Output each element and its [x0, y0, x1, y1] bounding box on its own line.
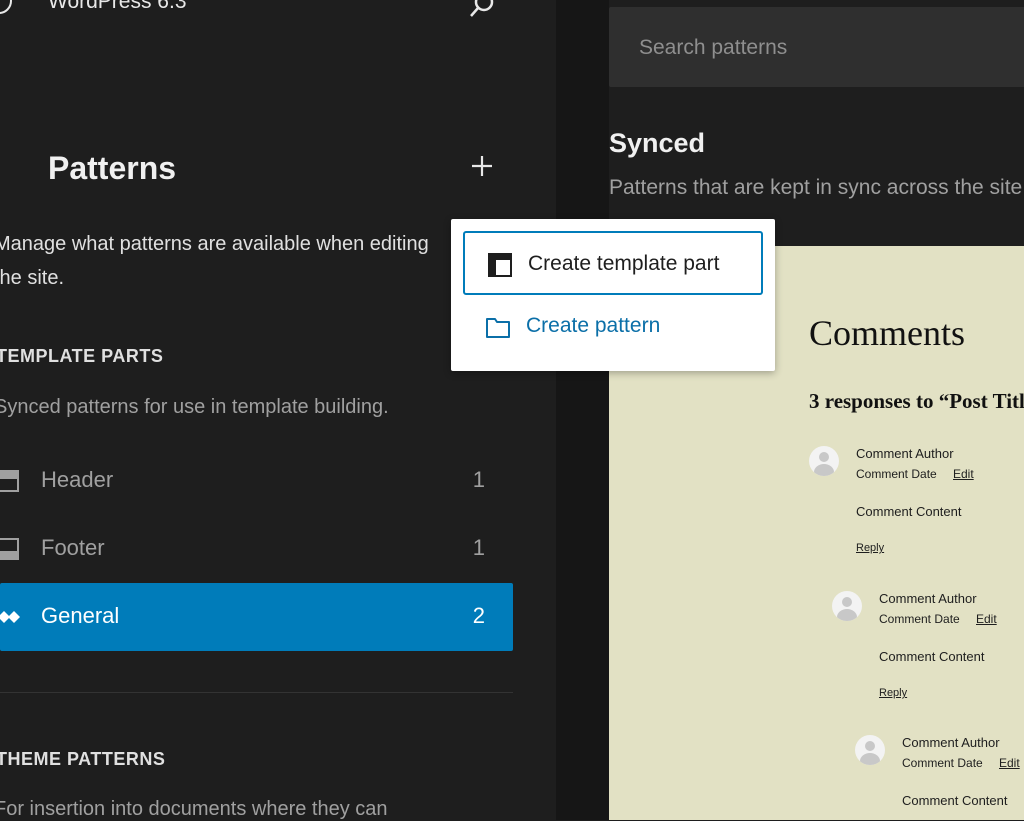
menu-item-label: Create pattern	[526, 314, 661, 337]
comment-content: Comment Content	[856, 504, 962, 519]
comment-author: Comment Author	[856, 446, 954, 461]
sidebar-item-count: 1	[472, 467, 485, 492]
comment-edit-link: Edit	[953, 467, 974, 481]
comment-reply-link: Reply	[856, 542, 885, 554]
comment-content: Comment Content	[902, 793, 1008, 808]
search-input[interactable]	[637, 31, 1021, 65]
footer-icon	[0, 537, 20, 561]
sidebar-item-label: Footer	[41, 535, 105, 560]
sidebar: WordPress 6.3 Patterns Manage what patte…	[0, 0, 556, 820]
menu-item-label: Create template part	[528, 252, 720, 275]
plus-icon	[472, 156, 492, 176]
comment-date: Comment Date	[856, 467, 937, 481]
wordpress-logo-icon[interactable]	[0, 0, 12, 14]
comment-content: Comment Content	[879, 649, 985, 664]
panel-gutter	[556, 0, 609, 820]
sidebar-item-count: 1	[472, 535, 485, 560]
comment-author: Comment Author	[879, 591, 977, 606]
folder-icon	[485, 314, 511, 340]
comment-edit-link: Edit	[999, 756, 1020, 770]
template-parts-heading: TEMPLATE PARTS	[0, 346, 164, 366]
search-box[interactable]	[609, 7, 1024, 87]
add-new-pattern-button[interactable]	[466, 150, 498, 182]
sidebar-item-label: General	[41, 603, 120, 628]
comment-author: Comment Author	[902, 735, 1000, 750]
sidebar-item-count: 2	[472, 603, 485, 628]
theme-patterns-heading: THEME PATTERNS	[0, 749, 166, 769]
template-parts-subtitle: Synced patterns for use in template buil…	[0, 396, 389, 418]
page-title: Patterns	[48, 150, 177, 186]
section-title: Synced	[609, 128, 706, 158]
section-divider	[0, 692, 513, 693]
sidebar-item-label: Header	[41, 467, 114, 492]
sidebar-item-footer[interactable]: Footer 1	[0, 515, 513, 583]
header-icon	[0, 469, 20, 493]
create-pattern-menu-item[interactable]: Create pattern	[463, 295, 763, 359]
main-content: Synced Patterns that are kept in sync ac…	[609, 0, 1024, 820]
avatar	[855, 735, 885, 765]
search-icon[interactable]	[466, 0, 498, 22]
layout-icon	[487, 252, 513, 278]
general-icon	[0, 605, 20, 629]
add-new-dropdown-menu: Create template part Create pattern	[451, 219, 775, 371]
comment-date: Comment Date	[879, 612, 960, 626]
sidebar-item-header[interactable]: Header 1	[0, 447, 513, 515]
sidebar-item-general[interactable]: General 2	[0, 583, 513, 651]
avatar	[832, 591, 862, 621]
create-template-part-menu-item[interactable]: Create template part	[463, 231, 763, 295]
site-title[interactable]: WordPress 6.3	[48, 0, 187, 14]
comment-reply-link: Reply	[879, 687, 908, 699]
comment-date: Comment Date	[902, 756, 983, 770]
sidebar-description: Manage what patterns are available when …	[0, 233, 429, 289]
theme-patterns-subtitle: For insertion into documents where they …	[0, 798, 388, 820]
section-description: Patterns that are kept in sync across th…	[609, 176, 1024, 199]
comment-edit-link: Edit	[976, 612, 997, 626]
preview-heading: Comments	[809, 313, 966, 353]
avatar	[809, 446, 839, 476]
preview-subheading: 3 responses to “Post Title”	[809, 389, 1024, 413]
